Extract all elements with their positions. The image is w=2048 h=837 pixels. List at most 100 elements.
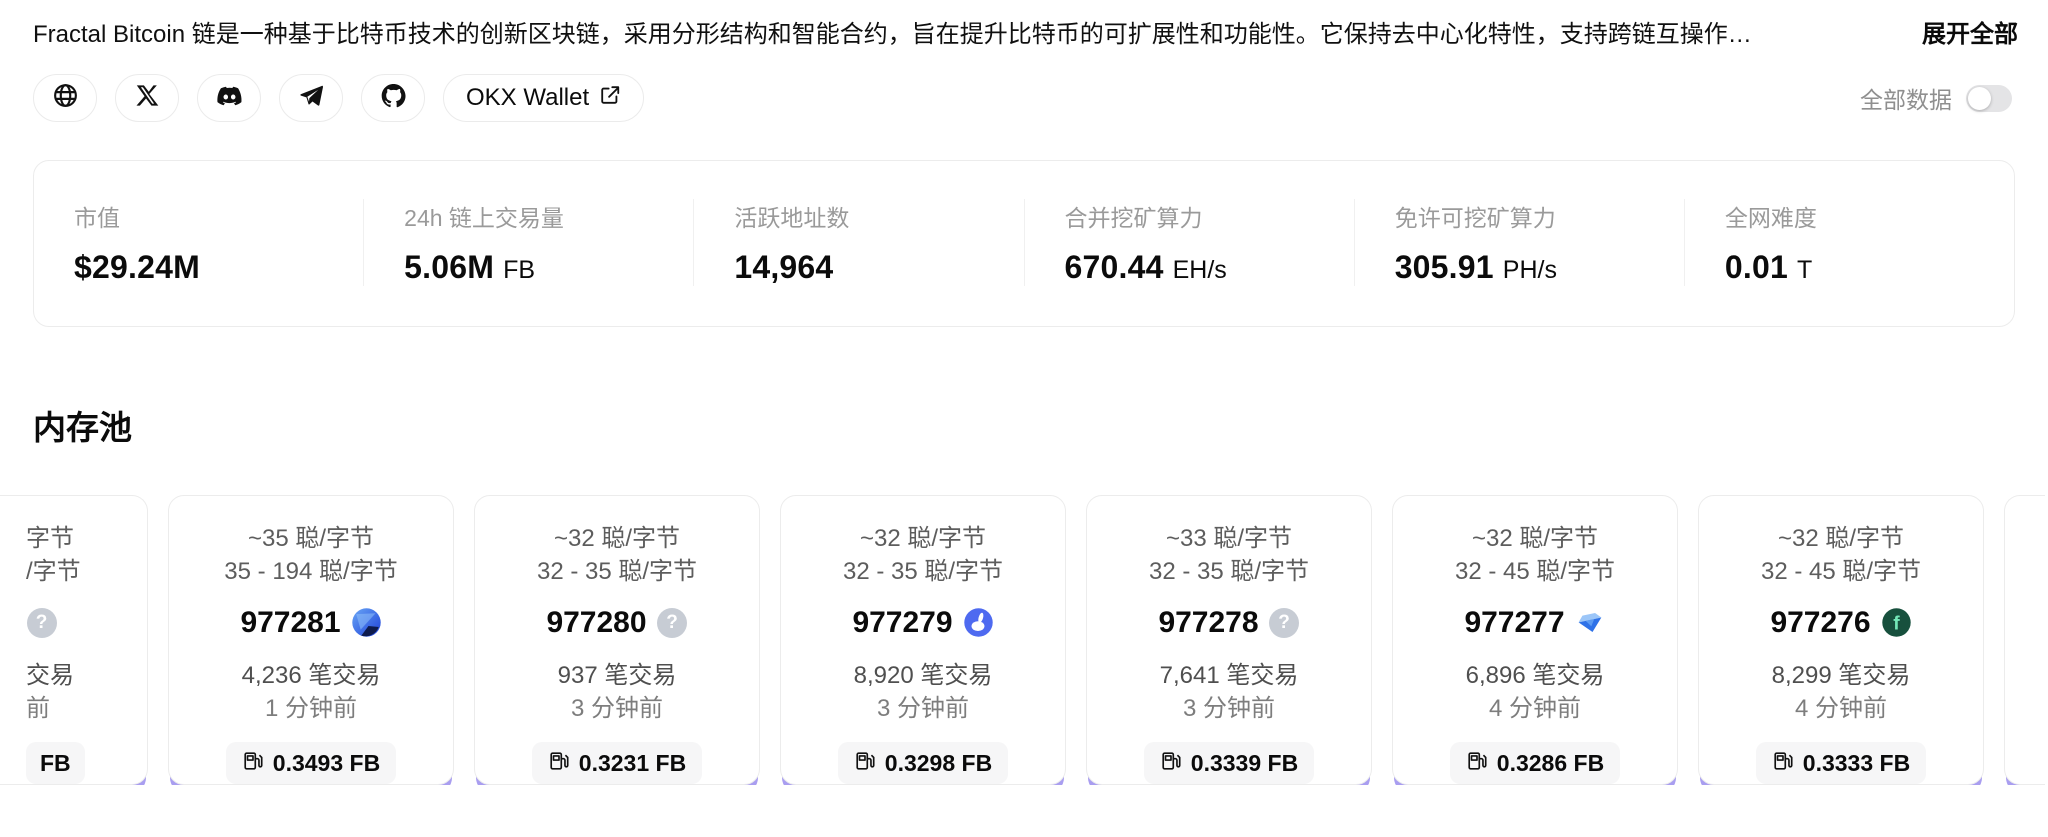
total-fee-value: FB [40,750,71,777]
stat-value: 14,964 [734,249,833,286]
tx-count: 4,236 笔交易 [242,659,381,692]
fee-rate-range: 32 - 35 聪/字节 [843,555,1003,588]
external-link-icon [599,84,621,113]
fuel-pump-icon [1160,750,1182,777]
block-height[interactable]: 977279 [852,606,952,640]
stat-unit: EH/s [1173,256,1227,285]
mempool-block-card-clipped-right[interactable] [2004,495,2045,785]
mempool-block-card[interactable]: ~32 聪/字节 32 - 35 聪/字节 977280 ? 937 笔交易 3… [474,495,760,785]
total-fee-value: 0.3286 FB [1497,750,1604,777]
all-data-control: 全部数据 [1860,81,2012,115]
x-twitter-button[interactable] [115,74,179,122]
stat-unit: PH/s [1503,256,1557,285]
block-height[interactable]: 977280 [546,606,646,640]
discord-button[interactable] [197,74,261,122]
mempool-cards-carousel[interactable]: 字节 /字节 ? 交易 前 FB ~35 聪/字节 35 - 194 聪/字节 … [0,495,2048,785]
fuel-pump-icon [548,750,570,777]
globe-icon [52,82,79,114]
stat-label: 活跃地址数 [734,199,1023,233]
total-fee-chip: 0.3493 FB [226,742,396,784]
toggle-knob [1968,87,1991,110]
total-fee-value: 0.3333 FB [1803,750,1910,777]
stat-unit: FB [503,256,535,285]
block-height[interactable]: 977281 [240,606,340,640]
fuel-pump-icon [1772,750,1794,777]
mempool-section-title: 内存池 [33,401,2048,449]
fuel-pump-icon [854,750,876,777]
all-data-toggle[interactable] [1966,85,2012,112]
time-ago: 1 分钟前 [265,692,357,725]
chain-stats-card: 市值 $29.24M 24h 链上交易量 5.06M FB 活跃地址数 14,96… [33,160,2015,327]
question-icon: ? [1269,607,1300,638]
stat-24h-volume: 24h 链上交易量 5.06M FB [363,199,693,286]
chain-description: Fractal Bitcoin 链是一种基于比特币技术的创新区块链，采用分形结构… [33,18,1896,52]
mempool-block-card[interactable]: ~32 聪/字节 32 - 45 聪/字节 977277 6,896 笔交易 4… [1392,495,1678,785]
total-fee-value: 0.3231 FB [579,750,686,777]
stat-value: 670.44 [1065,249,1164,286]
tx-count: 937 笔交易 [558,659,677,692]
tx-count: 8,299 笔交易 [1772,659,1911,692]
github-button[interactable] [361,74,425,122]
mempool-block-card-clipped-left[interactable]: 字节 /字节 ? 交易 前 FB [0,495,148,785]
total-fee-chip: 0.3286 FB [1450,742,1620,784]
github-icon [380,82,407,114]
blue-rabbit-miner-icon [963,607,994,638]
blue-gem-miner-icon [1575,607,1606,638]
stat-value: 5.06M [404,249,494,286]
stat-active-addresses: 活跃地址数 14,964 [693,199,1023,286]
question-icon: ? [26,607,57,638]
tx-count: 交易 [26,659,74,692]
telegram-button[interactable] [279,74,343,122]
block-height[interactable]: 977277 [1464,606,1564,640]
okx-wallet-label: OKX Wallet [466,84,589,112]
total-fee-chip: FB [26,742,85,784]
fee-rate-range: 32 - 35 聪/字节 [1149,555,1309,588]
social-row: OKX Wallet 全部数据 [0,52,2048,122]
total-fee-value: 0.3298 FB [885,750,992,777]
stat-value: $29.24M [74,249,200,286]
stat-label: 24h 链上交易量 [404,199,693,233]
fee-rate-average: ~32 聪/字节 [1778,522,1904,555]
stat-unit: T [1797,256,1812,285]
mempool-block-card[interactable]: ~33 聪/字节 32 - 35 聪/字节 977278 ? 7,641 笔交易… [1086,495,1372,785]
total-fee-value: 0.3493 FB [273,750,380,777]
total-fee-chip: 0.3339 FB [1144,742,1314,784]
discord-icon [216,82,243,114]
website-button[interactable] [33,74,97,122]
fuel-pump-icon [1466,750,1488,777]
tx-count: 6,896 笔交易 [1466,659,1605,692]
stat-value: 305.91 [1395,249,1494,286]
mempool-block-card[interactable]: ~35 聪/字节 35 - 194 聪/字节 977281 4,236 笔交易 … [168,495,454,785]
block-height[interactable]: 977276 [1770,606,1870,640]
total-fee-chip: 0.3231 FB [532,742,702,784]
time-ago: 前 [26,692,50,725]
tx-count: 8,920 笔交易 [854,659,993,692]
chain-description-row: Fractal Bitcoin 链是一种基于比特币技术的创新区块链，采用分形结构… [0,0,2048,52]
fee-rate-range: 35 - 194 聪/字节 [224,555,397,588]
fee-rate-range: 32 - 45 聪/字节 [1455,555,1615,588]
time-ago: 4 分钟前 [1489,692,1581,725]
x-twitter-icon [134,82,161,114]
stat-market-cap: 市值 $29.24M [34,199,363,286]
fee-rate-average: ~35 聪/字节 [248,522,374,555]
stat-label: 合并挖矿算力 [1065,199,1354,233]
stat-permissionless-hashrate: 免许可挖矿算力 305.91PH/s [1354,199,1684,286]
fee-rate-average: ~32 聪/字节 [1472,522,1598,555]
fee-rate-average: 字节 [26,522,74,555]
fee-rate-average: ~32 聪/字节 [860,522,986,555]
tx-count: 7,641 笔交易 [1160,659,1299,692]
time-ago: 4 分钟前 [1795,692,1887,725]
expand-all-button[interactable]: 展开全部 [1922,14,2018,49]
okx-wallet-button[interactable]: OKX Wallet [443,74,644,122]
fee-rate-average: ~33 聪/字节 [1166,522,1292,555]
telegram-icon [298,82,325,114]
blue-sphere-miner-icon [351,607,382,638]
mempool-block-card[interactable]: ~32 聪/字节 32 - 35 聪/字节 977279 8,920 笔交易 3… [780,495,1066,785]
block-height[interactable]: 977278 [1158,606,1258,640]
stat-label: 全网难度 [1725,199,2014,233]
mempool-block-card[interactable]: ~32 聪/字节 32 - 45 聪/字节 977276 f 8,299 笔交易… [1698,495,1984,785]
svg-text:f: f [1893,613,1900,635]
total-fee-value: 0.3339 FB [1191,750,1298,777]
fee-rate-range: 32 - 45 聪/字节 [1761,555,1921,588]
green-f-miner-icon: f [1881,607,1912,638]
